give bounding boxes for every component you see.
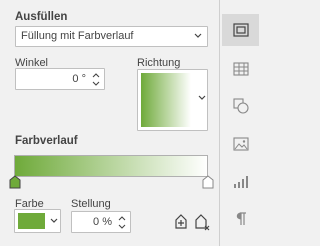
sidebar-item-chart[interactable] [222,166,259,198]
position-label: Stellung [71,198,111,210]
angle-spinner[interactable]: 0 ° [15,68,105,90]
shape-settings-icon [232,98,249,114]
sidebar-item-table[interactable] [222,53,259,85]
position-spinner[interactable]: 0 % [71,211,131,233]
gradient-preview-bar[interactable] [14,155,208,177]
chart-settings-icon [233,176,248,188]
gradient-stop-end[interactable] [202,175,214,189]
position-value: 0 % [93,216,112,228]
image-settings-icon [232,137,249,151]
add-gradient-point-icon[interactable] [172,212,190,232]
table-settings-icon [232,62,249,76]
fill-type-select[interactable]: Füllung mit Farbverlauf [15,26,208,47]
fill-heading: Ausfüllen [15,11,68,23]
paragraph-settings-icon [236,212,246,225]
color-swatch [18,213,45,229]
chevron-down-icon [198,95,206,100]
sidebar-item-paragraph[interactable] [222,203,259,235]
gradient-stop-start[interactable] [9,175,21,189]
settings-sidebar [219,0,261,246]
direction-preview [141,73,191,127]
spinner-arrows-icon[interactable] [118,215,126,230]
gradient-heading: Farbverlauf [15,135,78,147]
remove-gradient-point-icon[interactable] [193,212,211,232]
sidebar-item-shape[interactable] [222,90,259,122]
direction-picker[interactable] [137,69,208,131]
fill-type-value: Füllung mit Farbverlauf [21,30,134,42]
fill-settings-panel: Ausfüllen Füllung mit Farbverlauf Winkel… [0,0,219,246]
slide-settings-icon [232,23,249,37]
angle-value: 0 ° [72,73,86,85]
color-picker-button[interactable] [14,209,61,233]
chevron-down-icon [194,33,202,38]
chevron-down-icon [50,218,58,223]
sidebar-item-image[interactable] [222,128,259,160]
sidebar-item-slide[interactable] [222,14,259,46]
spinner-arrows-icon[interactable] [92,72,100,87]
direction-label: Richtung [137,57,181,69]
